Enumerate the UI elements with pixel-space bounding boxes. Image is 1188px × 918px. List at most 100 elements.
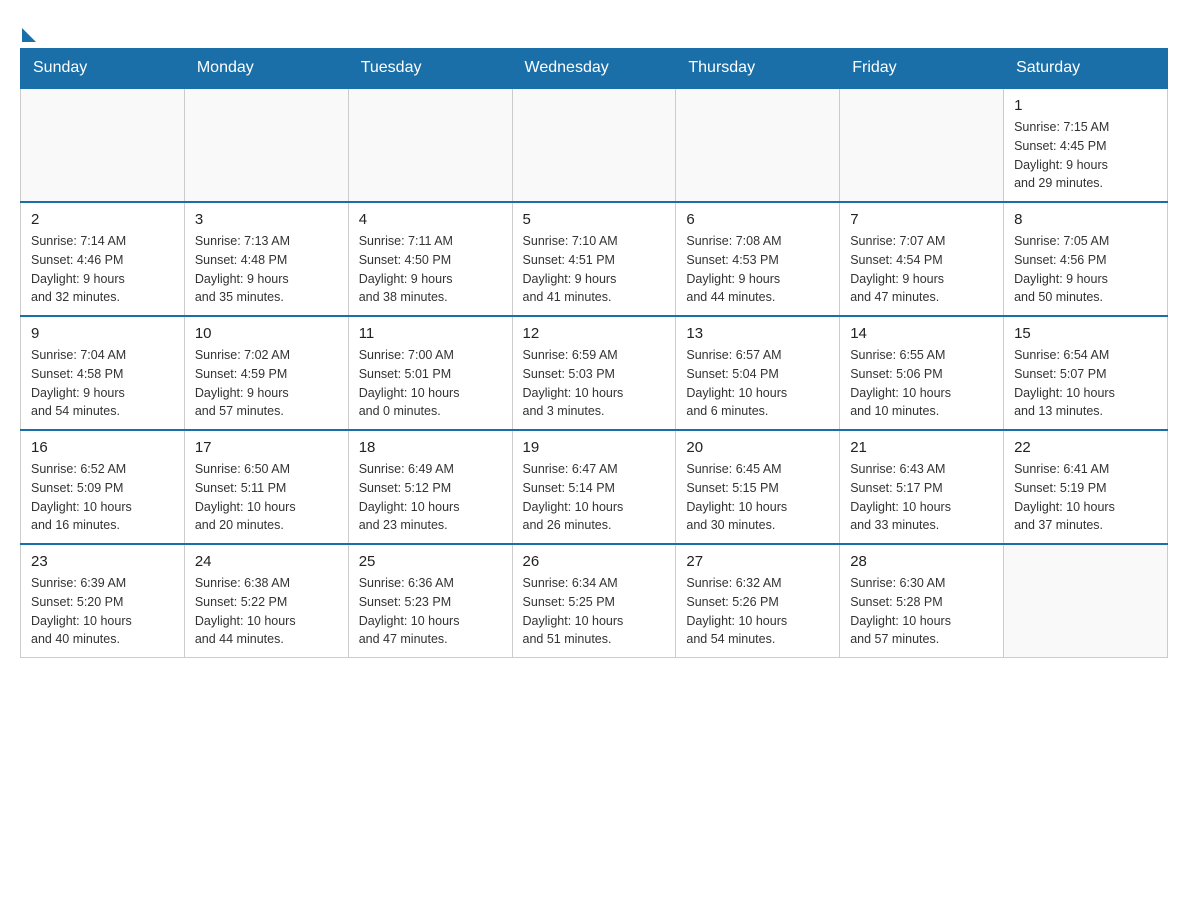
calendar-cell: 24 Sunrise: 6:38 AM Sunset: 5:22 PM Dayli… (184, 544, 348, 658)
calendar-cell (840, 88, 1004, 202)
calendar-cell: 4 Sunrise: 7:11 AM Sunset: 4:50 PM Daylig… (348, 202, 512, 316)
day-info: Sunrise: 6:38 AM Sunset: 5:22 PM Dayligh… (195, 574, 338, 649)
calendar-cell: 5Sunrise: 7:10 AM Sunset: 4:51 PM Daylig… (512, 202, 676, 316)
calendar-week-row: 9 Sunrise: 7:04 AM Sunset: 4:58 PM Daylig… (21, 316, 1168, 430)
day-number: 22 (1014, 439, 1157, 456)
day-number: 20 (686, 439, 829, 456)
day-info: Sunrise: 7:10 AM Sunset: 4:51 PM Dayligh… (523, 232, 666, 307)
calendar-header-monday: Monday (184, 49, 348, 89)
calendar-cell: 27 Sunrise: 6:32 AM Sunset: 5:26 PM Dayli… (676, 544, 840, 658)
calendar-cell (21, 88, 185, 202)
day-number: 15 (1014, 325, 1157, 342)
day-number: 27 (686, 553, 829, 570)
calendar-cell: 20 Sunrise: 6:45 AM Sunset: 5:15 PM Dayli… (676, 430, 840, 544)
day-info: Sunrise: 6:41 AM Sunset: 5:19 PM Dayligh… (1014, 460, 1157, 535)
calendar-cell: 6 Sunrise: 7:08 AM Sunset: 4:53 PM Daylig… (676, 202, 840, 316)
calendar-cell (676, 88, 840, 202)
day-info: Sunrise: 7:14 AM Sunset: 4:46 PM Dayligh… (31, 232, 174, 307)
calendar-cell (1004, 544, 1168, 658)
day-info: Sunrise: 6:52 AM Sunset: 5:09 PM Dayligh… (31, 460, 174, 535)
calendar-cell: 12 Sunrise: 6:59 AM Sunset: 5:03 PM Dayli… (512, 316, 676, 430)
calendar-table: SundayMondayTuesdayWednesdayThursdayFrid… (20, 48, 1168, 658)
calendar-cell: 3 Sunrise: 7:13 AM Sunset: 4:48 PM Daylig… (184, 202, 348, 316)
calendar-cell: 7 Sunrise: 7:07 AM Sunset: 4:54 PM Daylig… (840, 202, 1004, 316)
day-number: 10 (195, 325, 338, 342)
day-info: Sunrise: 6:50 AM Sunset: 5:11 PM Dayligh… (195, 460, 338, 535)
day-number: 16 (31, 439, 174, 456)
calendar-cell: 19 Sunrise: 6:47 AM Sunset: 5:14 PM Dayli… (512, 430, 676, 544)
day-info: Sunrise: 6:47 AM Sunset: 5:14 PM Dayligh… (523, 460, 666, 535)
day-info: Sunrise: 7:02 AM Sunset: 4:59 PM Dayligh… (195, 346, 338, 421)
day-info: Sunrise: 6:43 AM Sunset: 5:17 PM Dayligh… (850, 460, 993, 535)
calendar-week-row: 2 Sunrise: 7:14 AM Sunset: 4:46 PM Daylig… (21, 202, 1168, 316)
calendar-header-wednesday: Wednesday (512, 49, 676, 89)
calendar-cell: 13 Sunrise: 6:57 AM Sunset: 5:04 PM Dayli… (676, 316, 840, 430)
day-info: Sunrise: 6:59 AM Sunset: 5:03 PM Dayligh… (523, 346, 666, 421)
day-info: Sunrise: 6:34 AM Sunset: 5:25 PM Dayligh… (523, 574, 666, 649)
day-info: Sunrise: 6:32 AM Sunset: 5:26 PM Dayligh… (686, 574, 829, 649)
day-number: 18 (359, 439, 502, 456)
calendar-cell: 1 Sunrise: 7:15 AM Sunset: 4:45 PM Daylig… (1004, 88, 1168, 202)
day-number: 7 (850, 211, 993, 228)
calendar-cell: 18 Sunrise: 6:49 AM Sunset: 5:12 PM Dayli… (348, 430, 512, 544)
calendar-week-row: 1 Sunrise: 7:15 AM Sunset: 4:45 PM Daylig… (21, 88, 1168, 202)
day-number: 2 (31, 211, 174, 228)
calendar-cell: 8 Sunrise: 7:05 AM Sunset: 4:56 PM Daylig… (1004, 202, 1168, 316)
day-number: 13 (686, 325, 829, 342)
day-number: 6 (686, 211, 829, 228)
page-header (20, 20, 1168, 38)
calendar-cell: 23 Sunrise: 6:39 AM Sunset: 5:20 PM Dayli… (21, 544, 185, 658)
day-number: 23 (31, 553, 174, 570)
calendar-cell: 28Sunrise: 6:30 AM Sunset: 5:28 PM Dayli… (840, 544, 1004, 658)
day-info: Sunrise: 7:13 AM Sunset: 4:48 PM Dayligh… (195, 232, 338, 307)
day-number: 21 (850, 439, 993, 456)
day-info: Sunrise: 6:30 AM Sunset: 5:28 PM Dayligh… (850, 574, 993, 649)
calendar-header-sunday: Sunday (21, 49, 185, 89)
calendar-header-saturday: Saturday (1004, 49, 1168, 89)
day-number: 17 (195, 439, 338, 456)
calendar-cell (184, 88, 348, 202)
day-info: Sunrise: 7:07 AM Sunset: 4:54 PM Dayligh… (850, 232, 993, 307)
logo (20, 20, 36, 38)
day-number: 11 (359, 325, 502, 342)
calendar-week-row: 16 Sunrise: 6:52 AM Sunset: 5:09 PM Dayli… (21, 430, 1168, 544)
calendar-cell: 25Sunrise: 6:36 AM Sunset: 5:23 PM Dayli… (348, 544, 512, 658)
calendar-cell: 17 Sunrise: 6:50 AM Sunset: 5:11 PM Dayli… (184, 430, 348, 544)
calendar-cell (512, 88, 676, 202)
day-number: 8 (1014, 211, 1157, 228)
day-info: Sunrise: 6:49 AM Sunset: 5:12 PM Dayligh… (359, 460, 502, 535)
calendar-cell: 11 Sunrise: 7:00 AM Sunset: 5:01 PM Dayli… (348, 316, 512, 430)
calendar-cell: 9 Sunrise: 7:04 AM Sunset: 4:58 PM Daylig… (21, 316, 185, 430)
calendar-header-row: SundayMondayTuesdayWednesdayThursdayFrid… (21, 49, 1168, 89)
day-info: Sunrise: 7:08 AM Sunset: 4:53 PM Dayligh… (686, 232, 829, 307)
calendar-cell: 21 Sunrise: 6:43 AM Sunset: 5:17 PM Dayli… (840, 430, 1004, 544)
day-info: Sunrise: 7:00 AM Sunset: 5:01 PM Dayligh… (359, 346, 502, 421)
day-info: Sunrise: 7:11 AM Sunset: 4:50 PM Dayligh… (359, 232, 502, 307)
calendar-cell: 15 Sunrise: 6:54 AM Sunset: 5:07 PM Dayli… (1004, 316, 1168, 430)
day-info: Sunrise: 6:39 AM Sunset: 5:20 PM Dayligh… (31, 574, 174, 649)
day-number: 14 (850, 325, 993, 342)
calendar-cell: 2 Sunrise: 7:14 AM Sunset: 4:46 PM Daylig… (21, 202, 185, 316)
day-number: 3 (195, 211, 338, 228)
day-info: Sunrise: 7:04 AM Sunset: 4:58 PM Dayligh… (31, 346, 174, 421)
day-number: 12 (523, 325, 666, 342)
day-info: Sunrise: 6:55 AM Sunset: 5:06 PM Dayligh… (850, 346, 993, 421)
day-info: Sunrise: 7:15 AM Sunset: 4:45 PM Dayligh… (1014, 118, 1157, 193)
day-number: 4 (359, 211, 502, 228)
calendar-week-row: 23 Sunrise: 6:39 AM Sunset: 5:20 PM Dayli… (21, 544, 1168, 658)
day-number: 26 (523, 553, 666, 570)
calendar-cell (348, 88, 512, 202)
day-info: Sunrise: 7:05 AM Sunset: 4:56 PM Dayligh… (1014, 232, 1157, 307)
logo-triangle-icon (22, 28, 36, 42)
calendar-cell: 16 Sunrise: 6:52 AM Sunset: 5:09 PM Dayli… (21, 430, 185, 544)
day-info: Sunrise: 6:54 AM Sunset: 5:07 PM Dayligh… (1014, 346, 1157, 421)
day-number: 1 (1014, 97, 1157, 114)
calendar-cell: 14 Sunrise: 6:55 AM Sunset: 5:06 PM Dayli… (840, 316, 1004, 430)
day-info: Sunrise: 6:45 AM Sunset: 5:15 PM Dayligh… (686, 460, 829, 535)
day-number: 9 (31, 325, 174, 342)
day-number: 19 (523, 439, 666, 456)
calendar-header-friday: Friday (840, 49, 1004, 89)
day-number: 24 (195, 553, 338, 570)
day-info: Sunrise: 6:57 AM Sunset: 5:04 PM Dayligh… (686, 346, 829, 421)
day-info: Sunrise: 6:36 AM Sunset: 5:23 PM Dayligh… (359, 574, 502, 649)
